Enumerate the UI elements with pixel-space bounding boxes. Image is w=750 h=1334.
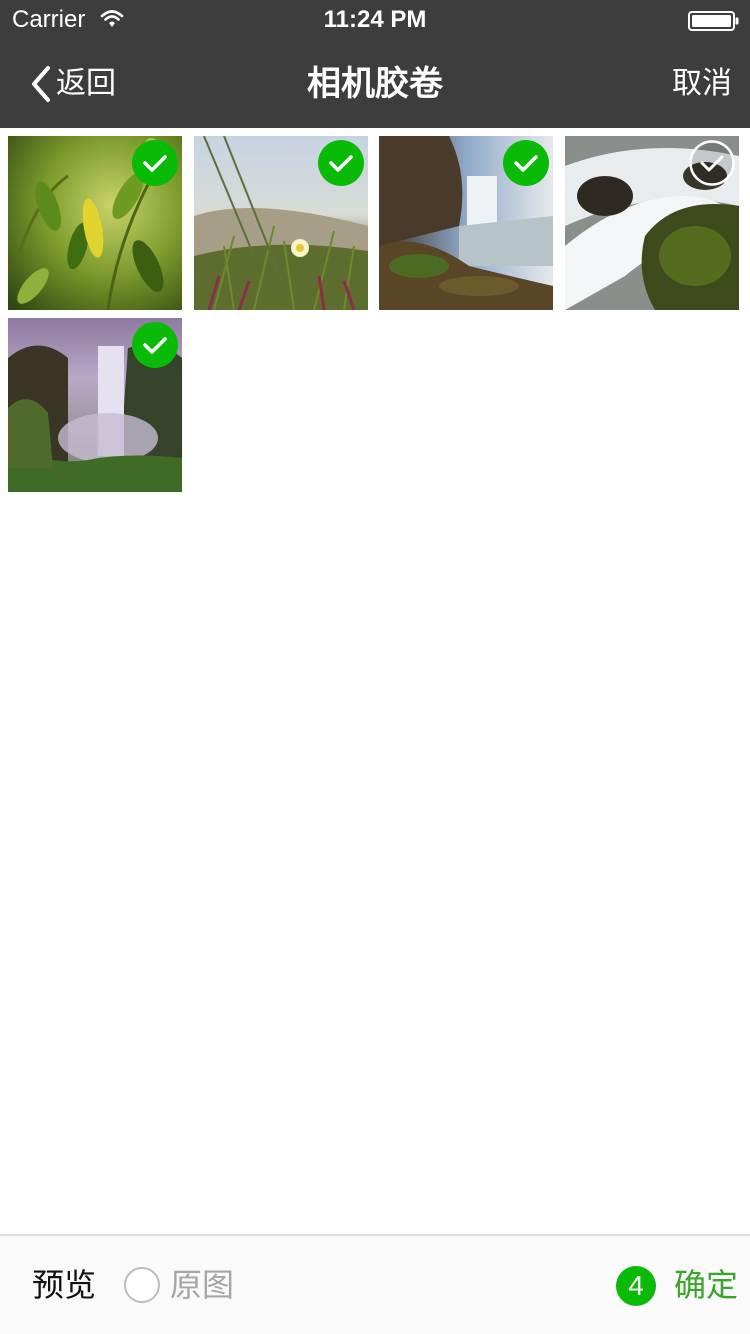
selected-check-icon[interactable] [318,140,364,186]
radio-circle-icon[interactable] [124,1267,160,1303]
bottom-toolbar: 预览 原图 4 确定 [0,1234,750,1334]
photo-thumbnail-river-rocks[interactable] [565,136,739,310]
selected-check-icon[interactable] [132,140,178,186]
original-image-label: 原图 [170,1266,235,1304]
selected-check-icon[interactable] [132,322,178,368]
cancel-button[interactable]: 取消 [672,64,732,104]
original-image-toggle[interactable]: 原图 [124,1264,234,1306]
battery-icon [688,11,739,31]
preview-button[interactable]: 预览 [32,1264,96,1306]
confirm-button[interactable]: 确定 [674,1264,738,1306]
clock: 11:24 PM [323,6,427,33]
photo-thumbnail-waterfall-cliff[interactable] [379,136,553,310]
unselected-check-icon[interactable] [689,140,735,186]
selected-count-badge: 4 [616,1266,656,1306]
photo-thumbnail-leaves[interactable] [8,136,182,310]
status-bar: Carrier 11:24 PM [0,0,750,40]
navigation-bar: 返回 相机胶卷 取消 [0,40,750,128]
selected-check-icon[interactable] [503,140,549,186]
photo-thumbnail-tall-waterfall[interactable] [8,318,182,492]
photo-thumbnail-grass[interactable] [194,136,368,310]
page-title: 相机胶卷 [307,64,443,104]
